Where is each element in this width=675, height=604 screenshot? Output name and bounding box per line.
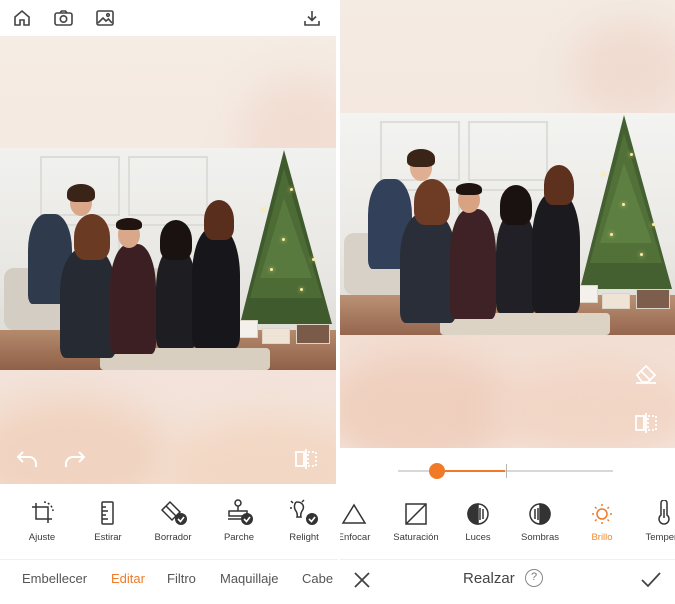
- tool-relight[interactable]: Relight: [274, 496, 334, 543]
- ruler-icon: [78, 496, 138, 526]
- help-icon[interactable]: ?: [525, 569, 543, 587]
- tab-maquillaje[interactable]: Maquillaje: [220, 571, 279, 586]
- tool-label: Luces: [465, 532, 491, 543]
- tool-label: Enfocar: [340, 532, 371, 543]
- eraser-icon[interactable]: [632, 360, 660, 386]
- relight-icon: [274, 496, 334, 526]
- gallery-icon[interactable]: [94, 7, 116, 29]
- adjust-bottom-bar: Realzar ?: [340, 559, 675, 599]
- home-icon[interactable]: [11, 7, 33, 29]
- undo-icon[interactable]: [14, 446, 40, 472]
- compare-icon[interactable]: [632, 410, 660, 436]
- editor-screen-left: Ajuste Estirar Borrador Parche Relight E…: [0, 0, 338, 604]
- tool-label: Saturación: [393, 532, 439, 543]
- shadows-icon: [510, 496, 570, 526]
- tool-parche[interactable]: Parche: [209, 496, 269, 543]
- tool-label: Tempera: [645, 532, 675, 543]
- slider-fill: [436, 470, 506, 472]
- adjust-tool-row: Enfocar Saturación Luces Sombras Brillo …: [340, 496, 675, 552]
- download-icon[interactable]: [301, 7, 323, 29]
- brightness-slider[interactable]: [398, 460, 613, 482]
- tab-filtro[interactable]: Filtro: [167, 571, 196, 586]
- tool-label: Ajuste: [28, 532, 56, 543]
- group-photo: [0, 148, 336, 370]
- tool-sombras[interactable]: Sombras: [510, 496, 570, 543]
- photo-canvas: [0, 36, 336, 484]
- crop-rotate-icon: [12, 496, 72, 526]
- slider-thumb[interactable]: [428, 463, 445, 479]
- triangle-icon: [340, 496, 384, 526]
- photo-canvas: [340, 0, 675, 448]
- bottom-nav: Embellecer Editar Filtro Maquillaje Cabe: [0, 559, 338, 597]
- tool-label: Parche: [223, 532, 255, 543]
- tool-enfocar[interactable]: Enfocar: [340, 496, 384, 543]
- tool-brillo[interactable]: Brillo: [572, 496, 632, 543]
- check-icon[interactable]: [638, 567, 664, 593]
- eraser-icon: [143, 496, 203, 526]
- redo-icon[interactable]: [62, 446, 88, 472]
- screen-title: Realzar: [463, 570, 515, 587]
- close-icon[interactable]: [350, 568, 374, 592]
- stamp-icon: [209, 496, 269, 526]
- editor-screen-right: Enfocar Saturación Luces Sombras Brillo …: [340, 0, 675, 604]
- tool-temperatura[interactable]: Tempera: [634, 496, 675, 543]
- camera-icon[interactable]: [52, 7, 74, 29]
- slider-center-mark: [505, 464, 507, 478]
- tool-borrador[interactable]: Borrador: [143, 496, 203, 543]
- tool-ajuste[interactable]: Ajuste: [12, 496, 72, 543]
- tool-row: Ajuste Estirar Borrador Parche Relight: [0, 496, 338, 552]
- tool-saturacion[interactable]: Saturación: [386, 496, 446, 543]
- top-toolbar: [0, 0, 338, 36]
- compare-icon[interactable]: [292, 446, 320, 472]
- tab-cabello[interactable]: Cabe: [302, 571, 333, 586]
- highlights-icon: [448, 496, 508, 526]
- tool-estirar[interactable]: Estirar: [78, 496, 138, 543]
- tool-luces[interactable]: Luces: [448, 496, 508, 543]
- saturation-icon: [386, 496, 446, 526]
- sun-icon: [572, 496, 632, 526]
- tool-label: Sombras: [520, 532, 559, 543]
- tool-label: Brillo: [591, 532, 613, 543]
- tab-editar[interactable]: Editar: [111, 571, 145, 586]
- tool-label: Estirar: [94, 532, 122, 543]
- group-photo: [340, 113, 675, 335]
- tool-label: Relight: [289, 532, 319, 543]
- thermometer-icon: [634, 496, 675, 526]
- tool-label: Borrador: [154, 532, 192, 543]
- tab-embellecer[interactable]: Embellecer: [22, 571, 87, 586]
